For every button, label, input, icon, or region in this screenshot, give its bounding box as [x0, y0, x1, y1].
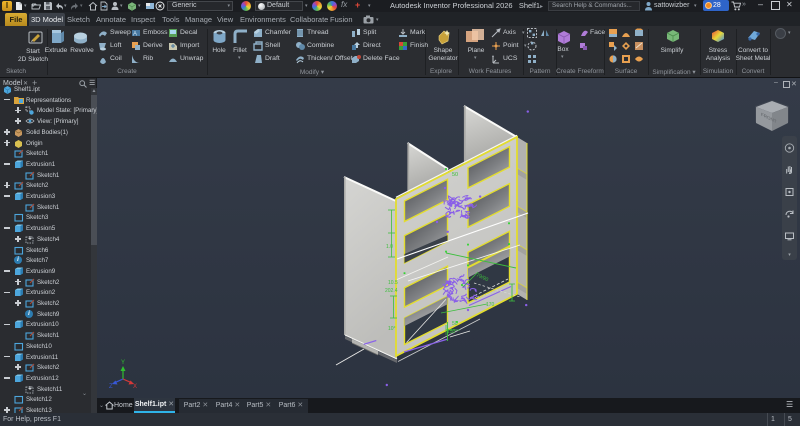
svg-text:A: A — [133, 32, 137, 38]
svg-text:Z: Z — [109, 384, 113, 390]
svg-text:10.5: 10.5 — [388, 280, 398, 286]
svg-text:170: 170 — [486, 302, 495, 308]
svg-text:50: 50 — [452, 172, 458, 178]
svg-text:10°: 10° — [388, 326, 396, 332]
svg-text:1.0: 1.0 — [386, 244, 393, 250]
svg-text:X: X — [133, 384, 137, 390]
svg-text:Y: Y — [121, 360, 125, 366]
svg-text:202.4: 202.4 — [385, 288, 398, 294]
